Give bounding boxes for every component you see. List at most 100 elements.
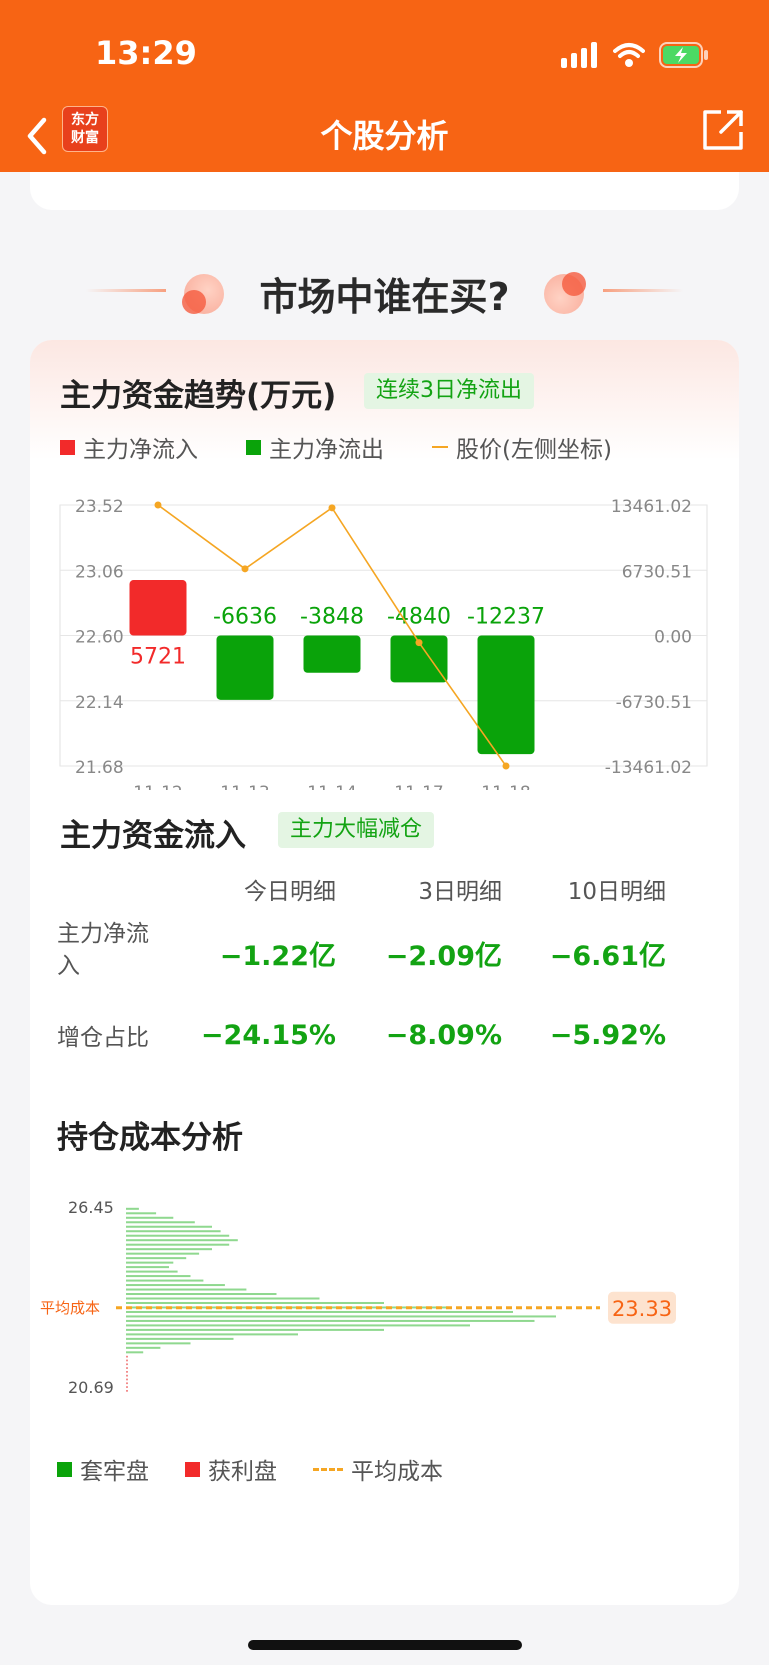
brand-logo-line2: 财富 [71, 130, 99, 146]
cost-profit-bar [126, 1378, 128, 1381]
cost-profile-bar [126, 1310, 513, 1313]
flow-bar [129, 580, 187, 636]
bar-data-label: 5721 [130, 645, 186, 670]
price-point [415, 639, 423, 647]
ratio-3d: −8.09% [385, 1020, 502, 1051]
right-tick-label: 13461.02 [611, 497, 692, 517]
cost-profit-bar [126, 1390, 128, 1392]
bar-data-label: -6636 [213, 605, 277, 630]
left-tick-label: 21.68 [75, 758, 124, 778]
flow-trend-legend: 主力净流入 主力净流出 股价(左侧坐标) [60, 430, 612, 464]
flow-bar [216, 635, 274, 700]
x-tick-label: 11-18 [481, 783, 530, 790]
right-tick-label: 0.00 [654, 628, 692, 648]
share-icon [703, 110, 743, 150]
legend-trapped-swatch [57, 1461, 72, 1477]
cost-profit-bar [126, 1374, 128, 1377]
cost-profile-bar [126, 1221, 195, 1224]
cost-profile-bar [126, 1248, 212, 1251]
netflow-10d: −6.61亿 [549, 941, 666, 972]
legend-avg-swatch [313, 1467, 343, 1471]
avg-cost-value: 23.33 [612, 1297, 672, 1321]
x-tick-label: 11-13 [220, 783, 269, 790]
table-header-3d: 3日明细 [418, 879, 502, 905]
table-header-10d: 10日明细 [567, 879, 666, 905]
legend-trapped-label: 套牢盘 [80, 1459, 149, 1485]
page-title: 个股分析 [320, 117, 449, 155]
cost-profile-bar [126, 1225, 212, 1228]
cost-chart: 26.45 20.69 平均成本 23.33 [40, 1198, 676, 1397]
cost-profile-bar [126, 1275, 191, 1278]
price-point [328, 504, 336, 512]
right-tick-label: -6730.51 [616, 693, 692, 713]
cost-profile-bar [126, 1257, 187, 1260]
table-row-label-ratio: 增仓占比 [57, 1025, 149, 1051]
ratio-today: −24.15% [200, 1020, 336, 1051]
avg-cost-label: 平均成本 [40, 1299, 100, 1317]
netflow-3d: −2.09亿 [385, 941, 502, 972]
flow-bar [303, 635, 361, 673]
bar-data-label: -3848 [300, 605, 364, 630]
flow-trend-chart: 23.52 13461.02 23.06 6730.51 22.60 0.00 22.14 -… [59, 497, 708, 790]
cost-profile-bar [126, 1328, 384, 1331]
cost-profile-bar [126, 1212, 157, 1215]
netflow-today: −1.22亿 [219, 941, 336, 972]
legend-outflow-label: 主力净流出 [269, 437, 384, 463]
battery-charging-icon [659, 42, 708, 68]
cost-profile-bar [126, 1279, 204, 1282]
legend-profit-label: 获利盘 [208, 1459, 277, 1485]
cost-profile-bar [126, 1243, 230, 1246]
flow-in-title: 主力资金流入 [60, 818, 246, 854]
netflow-label-line2: 入 [57, 953, 80, 979]
decor-dot-right-small [562, 272, 586, 296]
x-tick-label: 11-17 [394, 783, 443, 790]
cost-profile-bar [126, 1252, 200, 1255]
price-point [154, 501, 162, 509]
legend-avg-label: 平均成本 [351, 1459, 443, 1485]
chevron-left-icon [27, 117, 47, 155]
table-row-label-netflow: 主力净流 入 [57, 918, 167, 982]
flow-trend-title: 主力资金趋势(万元) [60, 378, 337, 414]
cost-profile-bar [126, 1239, 238, 1242]
signal-icon [561, 42, 597, 68]
cost-profile-bar [126, 1351, 144, 1354]
cost-profile-bar [126, 1337, 234, 1340]
legend-outflow-swatch [246, 439, 261, 455]
ratio-10d: −5.92% [549, 1020, 666, 1051]
x-tick-label: 11-14 [307, 783, 356, 790]
left-tick-label: 22.14 [75, 693, 124, 713]
cost-profile-bar [126, 1319, 535, 1322]
cost-profit-bar [126, 1371, 128, 1373]
previous-card [30, 172, 739, 210]
legend-price-swatch [432, 446, 448, 448]
cost-profile-bar [126, 1301, 384, 1304]
main-card: 主力资金趋势(万元) 连续3日净流出 主力净流入 主力净流出 股价(左侧坐标) … [30, 340, 739, 1605]
cost-profit-bar [126, 1386, 128, 1388]
cost-profile-bar [126, 1270, 178, 1273]
cost-profile-bar [126, 1216, 174, 1219]
cost-profile-bar [126, 1234, 230, 1237]
cost-profile-bar [126, 1293, 277, 1296]
right-tick-label: 6730.51 [622, 562, 692, 582]
section-title: 市场中谁在买? [259, 275, 510, 319]
cost-profit-bar [126, 1367, 128, 1369]
cost-profile-bar [126, 1288, 247, 1291]
bar-data-label: -12237 [467, 605, 545, 630]
share-button[interactable] [701, 108, 745, 152]
cost-profile-bar [126, 1297, 320, 1300]
wifi-icon [613, 43, 645, 67]
cost-top-tick: 26.45 [68, 1198, 114, 1217]
status-time: 13:29 [95, 34, 197, 72]
cost-legend: 套牢盘 获利盘 平均成本 [57, 1452, 443, 1486]
legend-inflow-swatch [60, 439, 75, 455]
cost-profile-bar [126, 1342, 191, 1345]
cost-profit-bar [126, 1363, 128, 1366]
cost-profile-bar [126, 1266, 169, 1269]
brand-logo-line1: 东方 [71, 112, 99, 128]
legend-price-label: 股价(左侧坐标) [456, 437, 612, 463]
flow-trend-tag: 连续3日净流出 [364, 373, 534, 409]
cost-profile-bar [126, 1261, 174, 1264]
cost-profile-bar [126, 1284, 225, 1287]
back-button[interactable] [20, 114, 54, 158]
cost-profile-bar [126, 1315, 556, 1318]
